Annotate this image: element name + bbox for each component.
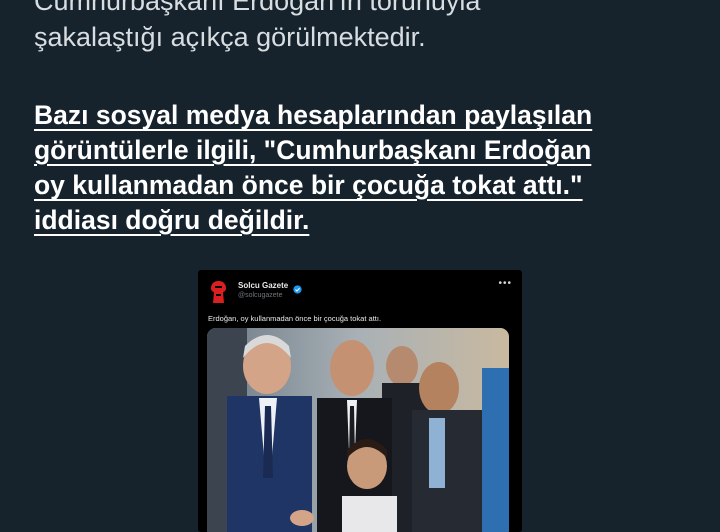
solcu-gazete-logo (207, 279, 230, 305)
tweet-text: Erdoğan, oy kullanmadan önce bir çocuğa … (208, 314, 382, 323)
tweet-photo (207, 328, 509, 532)
tweet-header: Solcu Gazete @solcugazete ••• (198, 270, 522, 310)
intro-line-2: şakalaştığı açıkça görülmektedir. (34, 22, 426, 52)
fact-check-claim: Bazı sosyal medya hesaplarından paylaşıl… (34, 98, 704, 238)
intro-line-1: Cumhurbaşkanı Erdoğan'ın torunuyla (34, 0, 481, 16)
claim-line-4: iddiası doğru değildir. (34, 205, 310, 235)
ellipsis-icon: ••• (498, 278, 512, 289)
claim-line-3: oy kullanmadan önce bir çocuğa tokat att… (34, 170, 583, 200)
claim-line-1: Bazı sosyal medya hesaplarından paylaşıl… (34, 100, 593, 130)
claim-line-2: görüntülerle ilgili, "Cumhurbaşkanı Erdo… (34, 135, 592, 165)
verified-badge-icon (293, 281, 302, 294)
intro-text: Cumhurbaşkanı Erdoğan'ın torunuyla şakal… (34, 0, 694, 55)
account-name: Solcu Gazete (238, 281, 289, 290)
account-handle: @solcugazete (238, 292, 283, 299)
embedded-tweet-screenshot: Solcu Gazete @solcugazete ••• Erdoğan, o… (198, 270, 522, 532)
